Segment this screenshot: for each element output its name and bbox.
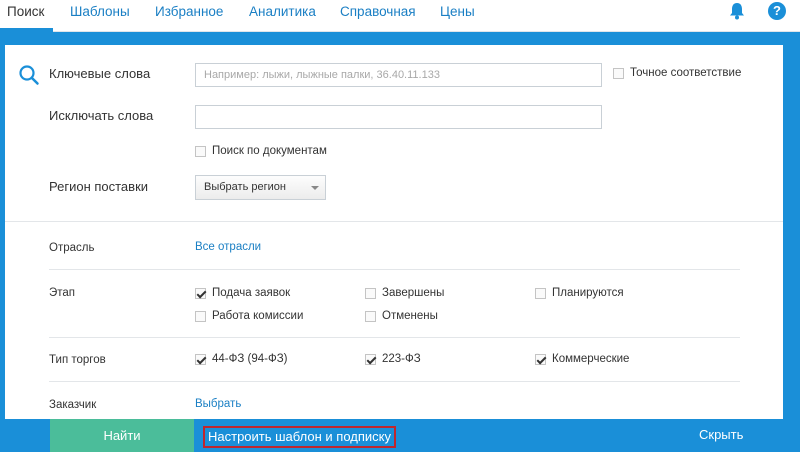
type-box-commercial[interactable] bbox=[535, 353, 546, 365]
hide-button[interactable]: Скрыть bbox=[699, 427, 743, 442]
region-label: Регион поставки bbox=[49, 179, 149, 194]
stage-label-submission: Подача заявок bbox=[212, 287, 291, 299]
exact-match-label: Точное соответствие bbox=[630, 67, 742, 79]
stage-box-submission[interactable] bbox=[195, 287, 206, 299]
industry-link[interactable]: Все отрасли bbox=[195, 241, 261, 253]
configure-template-button[interactable]: Настроить шаблон и подписку bbox=[203, 426, 396, 448]
tab-analytics[interactable]: Аналитика bbox=[249, 3, 316, 21]
stage-label-completed: Завершены bbox=[382, 287, 445, 299]
exact-match-checkbox[interactable]: Точное соответствие bbox=[613, 67, 741, 79]
stage-checkbox-cancelled[interactable]: Отменены bbox=[365, 310, 438, 322]
exclude-label: Исключать слова bbox=[49, 108, 154, 123]
stage-checkbox-completed[interactable]: Завершены bbox=[365, 287, 444, 299]
customer-select-link[interactable]: Выбрать bbox=[195, 398, 241, 410]
doc-search-box[interactable] bbox=[195, 145, 206, 157]
stage-box-planned[interactable] bbox=[535, 287, 546, 299]
search-panel: Ключевые слова Точное соответствие Исклю… bbox=[5, 45, 783, 419]
tab-prices[interactable]: Цены bbox=[440, 3, 475, 21]
type-label-44fz: 44-ФЗ (94-ФЗ) bbox=[212, 353, 288, 365]
stage-box-cancelled[interactable] bbox=[365, 310, 376, 322]
keywords-input[interactable] bbox=[195, 63, 602, 87]
type-label-commercial: Коммерческие bbox=[552, 353, 630, 365]
region-select-value: Выбрать регион bbox=[204, 181, 286, 193]
type-checkbox-44fz[interactable]: 44-ФЗ (94-ФЗ) bbox=[195, 353, 287, 365]
stage-checkbox-planned[interactable]: Планируются bbox=[535, 287, 624, 299]
help-icon[interactable]: ? bbox=[768, 2, 786, 20]
exclude-input[interactable] bbox=[195, 105, 602, 129]
row-divider bbox=[49, 381, 740, 382]
top-navigation: Поиск Шаблоны Избранное Аналитика Справо… bbox=[0, 0, 800, 32]
type-checkbox-commercial[interactable]: Коммерческие bbox=[535, 353, 629, 365]
row-divider bbox=[49, 337, 740, 338]
type-checkbox-223fz[interactable]: 223-ФЗ bbox=[365, 353, 421, 365]
stage-label-cancelled: Отменены bbox=[382, 310, 438, 322]
doc-search-label: Поиск по документам bbox=[212, 145, 327, 157]
tab-templates[interactable]: Шаблоны bbox=[70, 3, 130, 21]
tender-type-label: Тип торгов bbox=[49, 354, 106, 366]
stage-box-commission[interactable] bbox=[195, 310, 206, 322]
find-button[interactable]: Найти bbox=[50, 419, 194, 452]
stage-checkbox-commission[interactable]: Работа комиссии bbox=[195, 310, 303, 322]
stage-checkbox-submission[interactable]: Подача заявок bbox=[195, 287, 290, 299]
bell-icon[interactable] bbox=[727, 1, 747, 21]
type-label-223fz: 223-ФЗ bbox=[382, 353, 421, 365]
row-divider bbox=[49, 269, 740, 270]
tab-search[interactable]: Поиск bbox=[7, 3, 44, 21]
active-tab-indicator bbox=[0, 28, 53, 32]
region-select[interactable]: Выбрать регион bbox=[195, 175, 326, 200]
type-box-223fz[interactable] bbox=[365, 353, 376, 365]
exact-match-box[interactable] bbox=[613, 67, 624, 79]
tab-reference[interactable]: Справочная bbox=[340, 3, 416, 21]
tab-favorites[interactable]: Избранное bbox=[155, 3, 223, 21]
section-divider bbox=[5, 221, 783, 222]
industry-label: Отрасль bbox=[49, 242, 95, 254]
stage-label-planned: Планируются bbox=[552, 287, 624, 299]
stage-label: Этап bbox=[49, 287, 76, 299]
stage-box-completed[interactable] bbox=[365, 287, 376, 299]
stage-label-commission: Работа комиссии bbox=[212, 310, 304, 322]
customer-label: Заказчик bbox=[49, 399, 97, 411]
chevron-down-icon bbox=[311, 186, 319, 190]
type-box-44fz[interactable] bbox=[195, 353, 206, 365]
keywords-label: Ключевые слова bbox=[49, 66, 151, 81]
search-icon bbox=[19, 65, 39, 85]
doc-search-checkbox[interactable]: Поиск по документам bbox=[195, 145, 327, 157]
